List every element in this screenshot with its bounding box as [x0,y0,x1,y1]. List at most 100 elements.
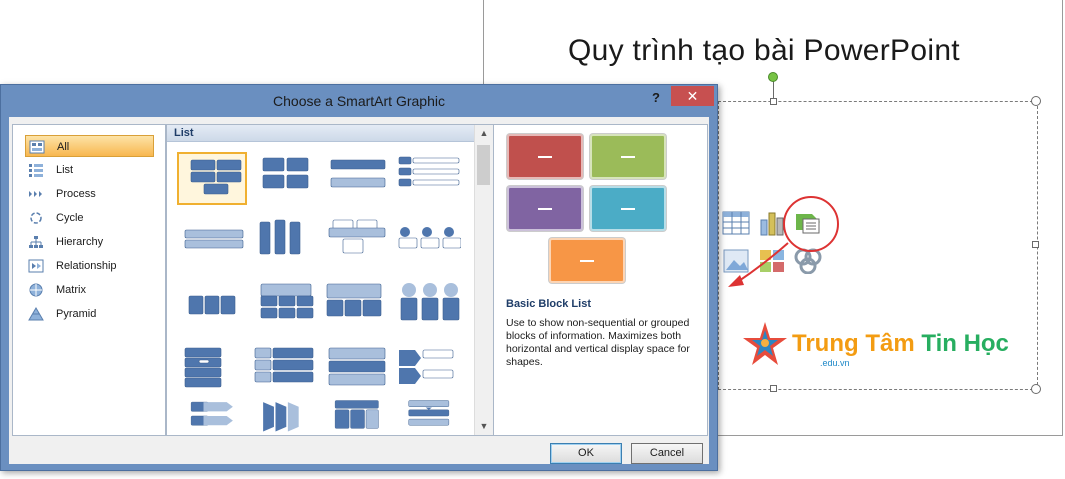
scroll-down-arrow-icon[interactable]: ▼ [475,418,493,435]
layout-thumbnail [262,157,309,189]
category-label: Hierarchy [56,236,104,248]
layout-thumbnail [260,283,314,319]
layout-thumbnail [263,402,299,432]
gallery-item[interactable] [321,216,391,269]
layout-gallery: List ▲ ▼ [166,124,493,436]
category-label: All [57,141,70,153]
brand-logo: Trung Tâm Tin Học .edu.vn [740,320,1030,380]
logo-text-part1: Trung Tâm [792,330,915,357]
gallery-item[interactable] [249,344,319,397]
gallery-item[interactable] [249,280,319,333]
category-matrix[interactable]: Matrix [25,279,154,301]
slide-border [483,0,484,84]
gallery-item[interactable] [393,152,463,205]
slide-border [1062,0,1063,436]
logo-subtext: .edu.vn [820,358,850,368]
layout-thumbnail [398,227,461,249]
gallery-header: List [167,125,474,142]
insert-table-icon[interactable] [722,210,750,236]
gallery-scrollbar[interactable]: ▲ ▼ [474,125,493,435]
gallery-item[interactable] [249,152,319,205]
scroll-up-arrow-icon[interactable]: ▲ [475,125,493,142]
layout-thumbnail [326,283,382,317]
gallery-item[interactable] [177,344,247,397]
insert-chart-icon[interactable] [758,210,786,236]
preview-pane: Basic Block List Use to show non-sequent… [493,124,708,436]
category-label: Pyramid [56,308,97,320]
gallery-item[interactable] [177,280,247,333]
layout-thumbnail [334,400,379,429]
gallery-item[interactable] [249,216,319,269]
matrix-icon [29,283,43,297]
category-label: Process [56,188,96,200]
layout-thumbnail [190,159,242,195]
annotation-arrow [728,242,789,287]
preview-block [507,134,583,179]
gallery-item-basic-block-list[interactable] [177,152,247,205]
close-button[interactable]: ✕ [671,86,714,106]
category-list-item[interactable]: List [25,159,154,181]
preview-block [590,134,666,179]
gallery-item[interactable] [177,397,247,435]
preview-block [507,186,583,231]
gallery-item[interactable] [321,280,391,333]
slide-border [718,435,1063,436]
category-cycle[interactable]: Cycle [25,207,154,229]
preview-title: Basic Block List [506,298,591,310]
cycle-icon [30,212,42,224]
list-icon [29,164,43,177]
layout-thumbnail [184,229,244,249]
gallery-item[interactable] [321,152,391,205]
scroll-thumb[interactable] [477,145,490,185]
rotate-handle[interactable] [768,72,778,82]
star-logo-icon [743,322,787,365]
preview-block [590,186,666,231]
slide-title[interactable]: Quy trình tạo bài PowerPoint [568,34,960,68]
dialog-body: All List Process Cycle Hierarchy Relatio… [9,117,709,464]
cancel-button[interactable]: Cancel [631,443,703,464]
category-all[interactable]: All [25,135,154,157]
gallery-item[interactable] [393,344,463,397]
category-pyramid[interactable]: Pyramid [25,303,154,325]
gallery-item[interactable] [177,216,247,269]
category-hierarchy[interactable]: Hierarchy [25,231,154,253]
category-relationship[interactable]: Relationship [25,255,154,277]
category-list: All List Process Cycle Hierarchy Relatio… [12,124,166,436]
pyramid-icon [28,307,44,321]
resize-handle-top-right[interactable] [1031,96,1041,106]
preview-block [549,238,625,283]
gallery-item[interactable] [393,280,463,333]
help-button[interactable]: ? [647,90,665,108]
category-label: Cycle [56,212,84,224]
layout-thumbnail [328,219,386,254]
all-icon [29,140,45,154]
gallery-item[interactable] [393,216,463,269]
gallery-item[interactable] [321,344,391,397]
layout-thumbnail [408,400,450,426]
logo-text: Trung Tâm Tin Học [792,330,1009,358]
gallery-item[interactable] [321,397,391,435]
layout-thumbnail [190,401,233,426]
layout-thumbnail [188,295,236,315]
preview-description: Use to show non-sequential or grouped bl… [506,317,690,368]
resize-handle-right[interactable] [1032,241,1039,248]
ok-button[interactable]: OK [550,443,622,464]
category-process[interactable]: Process [25,183,154,205]
layout-thumbnail [399,349,454,384]
layout-thumbnail [254,347,314,383]
resize-handle-bottom[interactable] [770,385,777,392]
relationship-icon [28,259,44,273]
category-label: List [56,164,74,176]
smartart-dialog: Choose a SmartArt Graphic ? ✕ All List P… [0,84,718,471]
dialog-title: Choose a SmartArt Graphic [273,93,445,109]
dialog-titlebar[interactable]: Choose a SmartArt Graphic ? ✕ [1,85,717,117]
resize-handle-bottom-right[interactable] [1031,384,1041,394]
hierarchy-icon [29,236,43,248]
category-label: Relationship [56,260,117,272]
process-icon [29,191,42,197]
category-label: Matrix [56,284,86,296]
gallery-item[interactable] [249,397,319,435]
gallery-item[interactable] [393,397,463,435]
resize-handle-top[interactable] [770,98,777,105]
layout-thumbnail [259,219,301,255]
